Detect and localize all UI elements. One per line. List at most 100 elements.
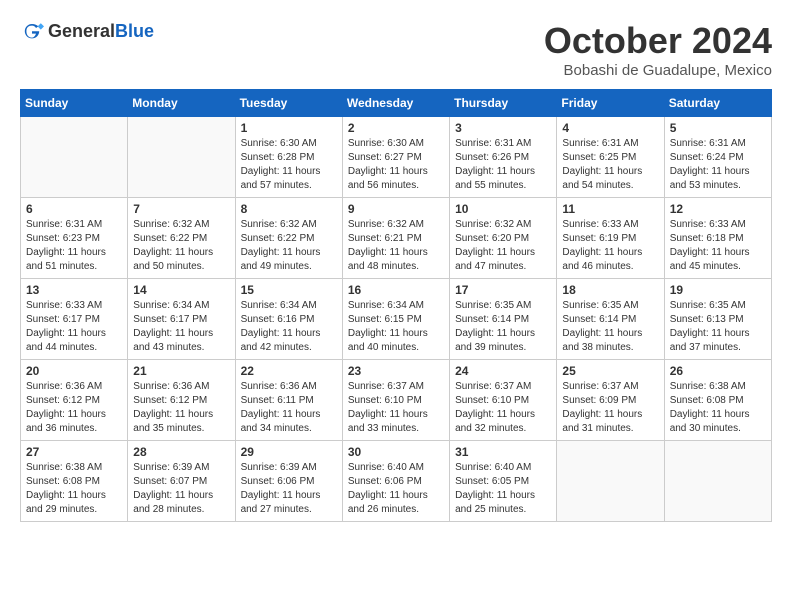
day-info: Sunrise: 6:37 AM Sunset: 6:09 PM Dayligh… [562, 380, 658, 436]
calendar-cell: 9 Sunrise: 6:32 AM Sunset: 6:21 PM Daylig… [342, 198, 449, 279]
day-info: Sunrise: 6:31 AM Sunset: 6:24 PM Dayligh… [670, 137, 766, 193]
day-number: 28 [133, 445, 229, 459]
day-number: 12 [670, 202, 766, 216]
day-info: Sunrise: 6:34 AM Sunset: 6:17 PM Dayligh… [133, 299, 229, 355]
day-info: Sunrise: 6:33 AM Sunset: 6:17 PM Dayligh… [26, 299, 122, 355]
title-section: October 2024 Bobashi de Guadalupe, Mexic… [544, 20, 772, 79]
day-info: Sunrise: 6:37 AM Sunset: 6:10 PM Dayligh… [348, 380, 444, 436]
day-info: Sunrise: 6:39 AM Sunset: 6:07 PM Dayligh… [133, 461, 229, 517]
day-info: Sunrise: 6:35 AM Sunset: 6:13 PM Dayligh… [670, 299, 766, 355]
weekday-header-thursday: Thursday [450, 90, 557, 117]
day-info: Sunrise: 6:31 AM Sunset: 6:23 PM Dayligh… [26, 218, 122, 274]
day-number: 13 [26, 283, 122, 297]
calendar-cell: 21Sunrise: 6:36 AM Sunset: 6:12 PM Dayli… [128, 360, 235, 441]
day-number: 24 [455, 364, 551, 378]
calendar-cell: 10Sunrise: 6:32 AM Sunset: 6:20 PM Dayli… [450, 198, 557, 279]
day-info: Sunrise: 6:39 AM Sunset: 6:06 PM Dayligh… [241, 461, 337, 517]
day-number: 22 [241, 364, 337, 378]
calendar-week-row: 20 Sunrise: 6:36 AM Sunset: 6:12 PM Dayli… [21, 360, 772, 441]
day-number: 8 [241, 202, 337, 216]
calendar-table: SundayMondayTuesdayWednesdayThursdayFrid… [20, 89, 772, 522]
logo-icon [20, 20, 44, 44]
day-number: 30 [348, 445, 444, 459]
weekday-header-tuesday: Tuesday [235, 90, 342, 117]
day-info: Sunrise: 6:30 AM Sunset: 6:27 PM Dayligh… [348, 137, 444, 193]
weekday-header-wednesday: Wednesday [342, 90, 449, 117]
calendar-cell: 28 Sunrise: 6:39 AM Sunset: 6:07 PM Dayli… [128, 441, 235, 522]
day-info: Sunrise: 6:34 AM Sunset: 6:15 PM Dayligh… [348, 299, 444, 355]
calendar-week-row: 13 Sunrise: 6:33 AM Sunset: 6:17 PM Dayli… [21, 279, 772, 360]
calendar-cell: 4 Sunrise: 6:31 AM Sunset: 6:25 PM Daylig… [557, 117, 664, 198]
calendar-cell: 26 Sunrise: 6:38 AM Sunset: 6:08 PM Dayli… [664, 360, 771, 441]
day-number: 7 [133, 202, 229, 216]
calendar-cell: 8 Sunrise: 6:32 AM Sunset: 6:22 PM Daylig… [235, 198, 342, 279]
day-number: 17 [455, 283, 551, 297]
calendar-cell: 19 Sunrise: 6:35 AM Sunset: 6:13 PM Dayli… [664, 279, 771, 360]
day-number: 25 [562, 364, 658, 378]
weekday-header-monday: Monday [128, 90, 235, 117]
day-info: Sunrise: 6:34 AM Sunset: 6:16 PM Dayligh… [241, 299, 337, 355]
weekday-header-friday: Friday [557, 90, 664, 117]
day-info: Sunrise: 6:32 AM Sunset: 6:22 PM Dayligh… [241, 218, 337, 274]
day-number: 20 [26, 364, 122, 378]
day-number: 5 [670, 121, 766, 135]
day-info: Sunrise: 6:32 AM Sunset: 6:20 PM Dayligh… [455, 218, 551, 274]
location: Bobashi de Guadalupe, Mexico [544, 62, 772, 79]
day-info: Sunrise: 6:38 AM Sunset: 6:08 PM Dayligh… [670, 380, 766, 436]
page-header: GeneralBlue October 2024 Bobashi de Guad… [20, 20, 772, 79]
day-info: Sunrise: 6:31 AM Sunset: 6:25 PM Dayligh… [562, 137, 658, 193]
calendar-cell: 5 Sunrise: 6:31 AM Sunset: 6:24 PM Daylig… [664, 117, 771, 198]
day-info: Sunrise: 6:32 AM Sunset: 6:22 PM Dayligh… [133, 218, 229, 274]
calendar-cell: 25 Sunrise: 6:37 AM Sunset: 6:09 PM Dayli… [557, 360, 664, 441]
calendar-cell: 16 Sunrise: 6:34 AM Sunset: 6:15 PM Dayli… [342, 279, 449, 360]
weekday-header-sunday: Sunday [21, 90, 128, 117]
calendar-cell: 11Sunrise: 6:33 AM Sunset: 6:19 PM Dayli… [557, 198, 664, 279]
day-number: 27 [26, 445, 122, 459]
day-number: 2 [348, 121, 444, 135]
calendar-cell: 22 Sunrise: 6:36 AM Sunset: 6:11 PM Dayli… [235, 360, 342, 441]
day-number: 23 [348, 364, 444, 378]
calendar-cell: 6 Sunrise: 6:31 AM Sunset: 6:23 PM Daylig… [21, 198, 128, 279]
calendar-cell: 23 Sunrise: 6:37 AM Sunset: 6:10 PM Dayli… [342, 360, 449, 441]
day-info: Sunrise: 6:30 AM Sunset: 6:28 PM Dayligh… [241, 137, 337, 193]
day-info: Sunrise: 6:36 AM Sunset: 6:11 PM Dayligh… [241, 380, 337, 436]
day-number: 26 [670, 364, 766, 378]
calendar-cell [21, 117, 128, 198]
day-number: 16 [348, 283, 444, 297]
day-info: Sunrise: 6:35 AM Sunset: 6:14 PM Dayligh… [455, 299, 551, 355]
day-number: 14 [133, 283, 229, 297]
day-info: Sunrise: 6:37 AM Sunset: 6:10 PM Dayligh… [455, 380, 551, 436]
calendar-header-row: SundayMondayTuesdayWednesdayThursdayFrid… [21, 90, 772, 117]
day-number: 29 [241, 445, 337, 459]
day-info: Sunrise: 6:36 AM Sunset: 6:12 PM Dayligh… [26, 380, 122, 436]
day-number: 4 [562, 121, 658, 135]
logo: GeneralBlue [20, 20, 154, 44]
day-info: Sunrise: 6:40 AM Sunset: 6:05 PM Dayligh… [455, 461, 551, 517]
day-info: Sunrise: 6:32 AM Sunset: 6:21 PM Dayligh… [348, 218, 444, 274]
day-number: 11 [562, 202, 658, 216]
calendar-cell: 18Sunrise: 6:35 AM Sunset: 6:14 PM Dayli… [557, 279, 664, 360]
calendar-cell: 12Sunrise: 6:33 AM Sunset: 6:18 PM Dayli… [664, 198, 771, 279]
calendar-cell: 3 Sunrise: 6:31 AM Sunset: 6:26 PM Daylig… [450, 117, 557, 198]
day-info: Sunrise: 6:38 AM Sunset: 6:08 PM Dayligh… [26, 461, 122, 517]
calendar-cell [664, 441, 771, 522]
logo-text: GeneralBlue [48, 22, 154, 42]
calendar-cell: 24 Sunrise: 6:37 AM Sunset: 6:10 PM Dayli… [450, 360, 557, 441]
calendar-cell: 7 Sunrise: 6:32 AM Sunset: 6:22 PM Daylig… [128, 198, 235, 279]
day-number: 19 [670, 283, 766, 297]
calendar-cell: 29 Sunrise: 6:39 AM Sunset: 6:06 PM Dayli… [235, 441, 342, 522]
day-info: Sunrise: 6:40 AM Sunset: 6:06 PM Dayligh… [348, 461, 444, 517]
day-number: 15 [241, 283, 337, 297]
day-number: 6 [26, 202, 122, 216]
calendar-cell [128, 117, 235, 198]
day-number: 3 [455, 121, 551, 135]
day-number: 21 [133, 364, 229, 378]
calendar-cell: 13 Sunrise: 6:33 AM Sunset: 6:17 PM Dayli… [21, 279, 128, 360]
calendar-cell: 30 Sunrise: 6:40 AM Sunset: 6:06 PM Dayli… [342, 441, 449, 522]
calendar-cell: 17 Sunrise: 6:35 AM Sunset: 6:14 PM Dayli… [450, 279, 557, 360]
calendar-week-row: 6 Sunrise: 6:31 AM Sunset: 6:23 PM Daylig… [21, 198, 772, 279]
day-number: 9 [348, 202, 444, 216]
calendar-week-row: 27 Sunrise: 6:38 AM Sunset: 6:08 PM Dayli… [21, 441, 772, 522]
day-number: 31 [455, 445, 551, 459]
day-info: Sunrise: 6:31 AM Sunset: 6:26 PM Dayligh… [455, 137, 551, 193]
